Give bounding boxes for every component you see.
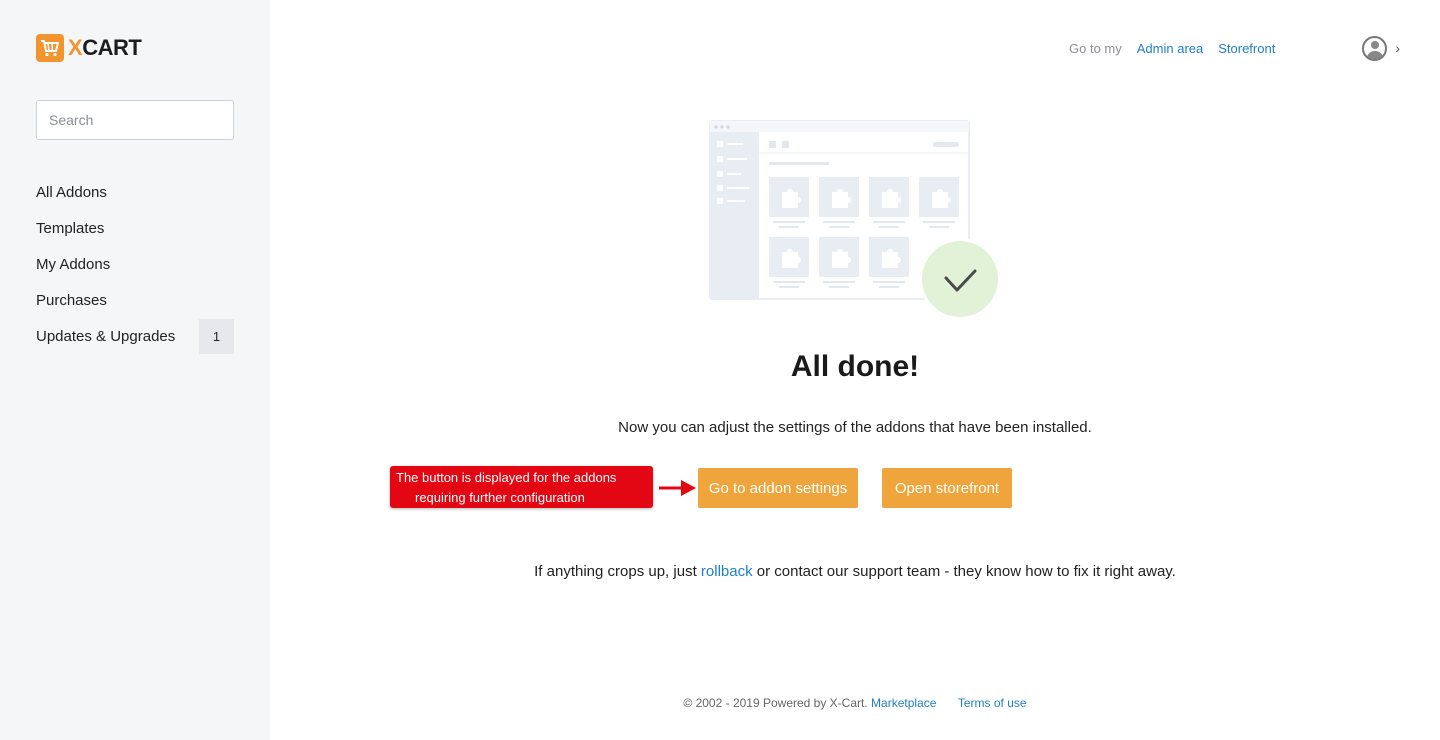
sidebar-item-all-addons[interactable]: All Addons	[36, 174, 234, 210]
admin-area-link[interactable]: Admin area	[1137, 41, 1203, 56]
addons-installed-illustration	[709, 120, 1001, 320]
sidebar-item-label: Templates	[36, 219, 105, 237]
updates-count-badge: 1	[199, 318, 234, 354]
support-note: If anything crops up, just rollback or c…	[270, 563, 1440, 580]
sidebar-item-label: Purchases	[36, 291, 107, 309]
sidebar-item-my-addons[interactable]: My Addons	[36, 246, 234, 282]
sidebar: XCART All Addons Templates My Addons Pur…	[0, 0, 270, 740]
logo-wordmark: XCART	[68, 35, 142, 60]
storefront-link[interactable]: Storefront	[1218, 41, 1275, 56]
page-subtitle: Now you can adjust the settings of the a…	[618, 419, 1092, 436]
search-input[interactable]	[36, 100, 234, 140]
note-text-before: If anything crops up, just	[534, 563, 701, 580]
sidebar-item-templates[interactable]: Templates	[36, 210, 234, 246]
go-to-addon-settings-button[interactable]: Go to addon settings	[698, 468, 858, 508]
note-text-after: or contact our support team - they know …	[752, 563, 1176, 580]
sidebar-item-label: My Addons	[36, 255, 111, 273]
sidebar-item-label: All Addons	[36, 183, 107, 201]
sidebar-nav: All Addons Templates My Addons Purchases…	[36, 174, 234, 354]
open-storefront-button[interactable]: Open storefront	[882, 468, 1012, 508]
user-avatar-icon[interactable]	[1362, 35, 1388, 61]
sidebar-item-purchases[interactable]: Purchases	[36, 282, 234, 318]
terms-of-use-link[interactable]: Terms of use	[958, 696, 1027, 710]
arrow-right-icon	[659, 480, 696, 496]
annotation-callout: The button is displayed for the addons r…	[390, 466, 653, 508]
callout-line-1: The button is displayed for the addons	[396, 470, 617, 485]
chevron-right-icon[interactable]: ›	[1395, 40, 1400, 56]
sidebar-item-updates-upgrades[interactable]: Updates & Upgrades 1	[36, 318, 234, 354]
page-title: All done!	[790, 350, 920, 383]
footer: © 2002 - 2019 Powered by X-Cart. Marketp…	[270, 696, 1440, 710]
marketplace-link[interactable]: Marketplace	[871, 696, 936, 710]
xcart-logo[interactable]: XCART	[36, 34, 142, 62]
cart-icon	[36, 34, 64, 62]
goto-label: Go to my	[1069, 40, 1122, 56]
sidebar-item-label: Updates & Upgrades	[36, 327, 176, 345]
top-bar: Go to my Admin area Storefront ›	[1069, 34, 1400, 62]
callout-line-2: requiring further configuration	[415, 490, 585, 505]
footer-copyright: © 2002 - 2019 Powered by X-Cart.	[683, 696, 868, 710]
rollback-link[interactable]: rollback	[701, 563, 753, 580]
